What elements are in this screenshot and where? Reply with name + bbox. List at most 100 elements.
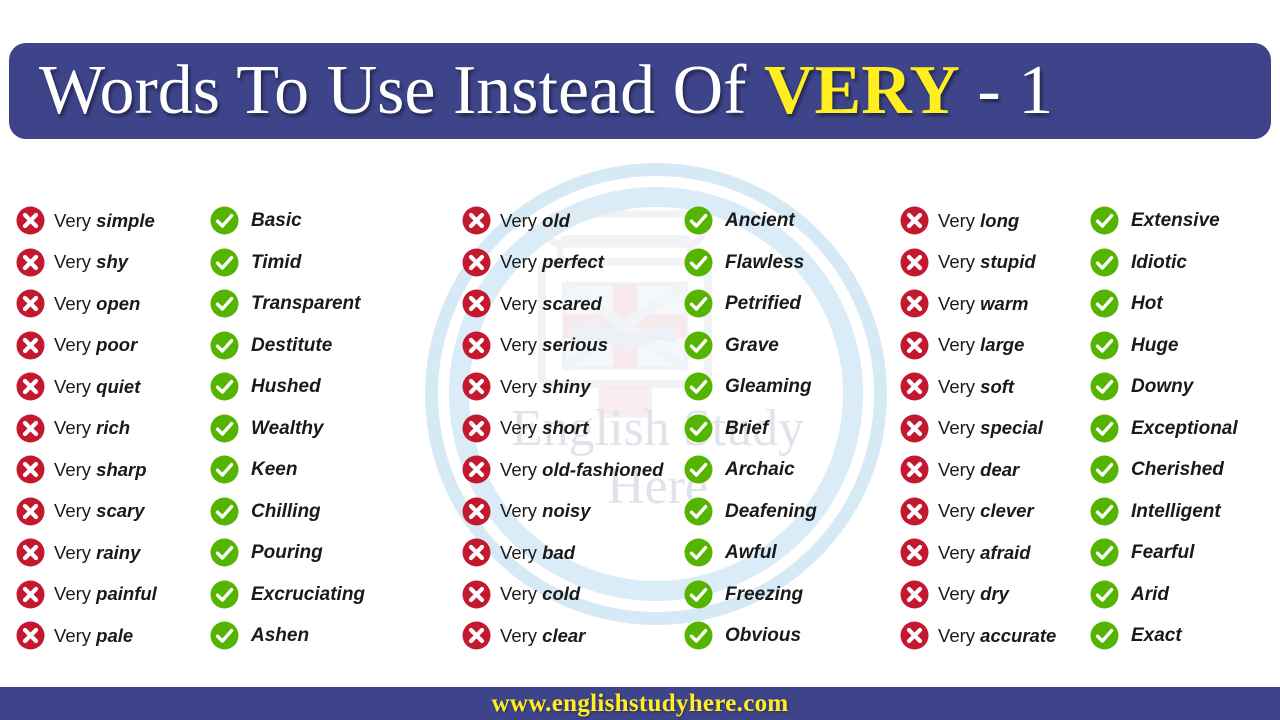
very-phrase-label: Very scared bbox=[500, 292, 602, 314]
replacement-word-row: Exact bbox=[1090, 615, 1280, 657]
replacement-word-label: Hushed bbox=[251, 376, 321, 398]
replacement-word-label: Intelligent bbox=[1131, 500, 1221, 522]
very-phrase-word: perfect bbox=[542, 251, 604, 272]
header-bar: Words To Use Instead Of VERY - 1 bbox=[9, 43, 1271, 139]
check-circle-icon bbox=[1090, 497, 1119, 526]
replacement-word-row: Petrified bbox=[684, 283, 899, 325]
cross-circle-icon bbox=[16, 289, 45, 318]
cross-circle-icon bbox=[16, 372, 45, 401]
very-prefix: Very bbox=[500, 209, 543, 231]
very-phrase-word: simple bbox=[96, 209, 155, 231]
replacement-word-row: Gleaming bbox=[684, 366, 899, 408]
very-phrase-label: Very short bbox=[500, 418, 588, 438]
very-phrase-row: Very pale bbox=[16, 615, 216, 657]
replacement-word-label: Extensive bbox=[1131, 210, 1220, 232]
cross-circle-icon bbox=[900, 580, 929, 609]
check-circle-icon bbox=[684, 455, 713, 484]
very-prefix: Very bbox=[938, 541, 981, 563]
replacement-word-row: Timid bbox=[210, 242, 460, 284]
check-circle-icon bbox=[210, 538, 239, 567]
very-phrase-word: poor bbox=[96, 334, 138, 355]
very-phrase-row: Very clear bbox=[462, 615, 692, 657]
replacement-word-row: Fearful bbox=[1090, 532, 1280, 574]
check-circle-icon bbox=[210, 372, 239, 401]
very-prefix: Very bbox=[500, 292, 543, 314]
very-phrase-label: Very soft bbox=[938, 375, 1014, 397]
replacement-word-label: Exact bbox=[1131, 625, 1182, 647]
very-phrase-word: noisy bbox=[542, 500, 591, 521]
replacement-word-row: Obvious bbox=[684, 615, 899, 657]
replacement-word-label: Gleaming bbox=[725, 376, 812, 398]
very-phrase-row: Very dry bbox=[900, 574, 1095, 616]
very-phrase-row: Very sharp bbox=[16, 449, 216, 491]
cross-circle-icon bbox=[462, 455, 491, 484]
column-6-replacements: Extensive Idiotic Hot Huge Downy Exceptional C… bbox=[1090, 200, 1280, 657]
check-circle-icon bbox=[1090, 331, 1119, 360]
very-phrase-row: Very rainy bbox=[16, 532, 216, 574]
very-prefix: Very bbox=[938, 375, 981, 397]
very-phrase-row: Very large bbox=[900, 325, 1095, 367]
very-phrase-label: Very stupid bbox=[938, 251, 1036, 272]
very-phrase-word: long bbox=[980, 209, 1020, 231]
replacement-word-label: Obvious bbox=[725, 625, 802, 647]
replacement-word-label: Brief bbox=[725, 417, 769, 439]
check-circle-icon bbox=[1090, 206, 1119, 235]
very-phrase-row: Very painful bbox=[16, 574, 216, 616]
replacement-word-label: Destitute bbox=[251, 334, 333, 356]
very-phrase-word: serious bbox=[542, 334, 608, 355]
very-phrase-label: Very noisy bbox=[500, 500, 591, 521]
very-prefix: Very bbox=[54, 375, 97, 397]
very-phrase-row: Very scared bbox=[462, 283, 692, 325]
check-circle-icon bbox=[684, 580, 713, 609]
very-prefix: Very bbox=[54, 624, 97, 646]
cross-circle-icon bbox=[900, 455, 929, 484]
replacement-word-label: Cherished bbox=[1131, 459, 1224, 481]
very-phrase-word: stupid bbox=[980, 251, 1036, 272]
very-phrase-word: old bbox=[542, 209, 570, 231]
check-circle-icon bbox=[684, 372, 713, 401]
very-prefix: Very bbox=[54, 541, 97, 563]
very-phrase-word: special bbox=[980, 417, 1043, 438]
very-phrase-label: Very old-fashioned bbox=[500, 458, 664, 480]
cross-circle-icon bbox=[462, 414, 491, 443]
very-phrase-row: Very old bbox=[462, 200, 692, 242]
infographic-page: Words To Use Instead Of VERY - 1 English… bbox=[0, 0, 1280, 720]
very-prefix: Very bbox=[54, 500, 97, 521]
replacement-word-row: Grave bbox=[684, 325, 899, 367]
very-prefix: Very bbox=[500, 334, 543, 355]
replacement-word-row: Freezing bbox=[684, 574, 899, 616]
check-circle-icon bbox=[210, 621, 239, 650]
very-phrase-word: shiny bbox=[542, 375, 591, 397]
very-phrase-word: scary bbox=[96, 500, 145, 521]
cross-circle-icon bbox=[900, 331, 929, 360]
check-circle-icon bbox=[684, 289, 713, 318]
check-circle-icon bbox=[684, 621, 713, 650]
replacement-word-label: Excruciating bbox=[251, 583, 366, 605]
check-circle-icon bbox=[210, 206, 239, 235]
very-phrase-label: Very poor bbox=[54, 334, 138, 355]
very-phrase-row: Very perfect bbox=[462, 242, 692, 284]
title-accent-very: VERY bbox=[764, 52, 960, 129]
very-phrase-row: Very soft bbox=[900, 366, 1095, 408]
very-prefix: Very bbox=[938, 417, 981, 438]
very-phrase-label: Very rainy bbox=[54, 541, 140, 563]
replacement-word-label: Huge bbox=[1131, 334, 1179, 356]
very-phrase-word: sharp bbox=[96, 458, 147, 480]
cross-circle-icon bbox=[900, 248, 929, 277]
very-phrase-word: old-fashioned bbox=[542, 458, 664, 480]
very-prefix: Very bbox=[54, 583, 97, 604]
cross-circle-icon bbox=[462, 580, 491, 609]
check-circle-icon bbox=[1090, 414, 1119, 443]
very-phrase-row: Very rich bbox=[16, 408, 216, 450]
very-phrase-word: scared bbox=[542, 292, 602, 314]
replacement-word-row: Deafening bbox=[684, 491, 899, 533]
replacement-word-label: Keen bbox=[251, 459, 298, 481]
very-phrase-label: Very clever bbox=[938, 501, 1034, 521]
very-phrase-row: Very noisy bbox=[462, 491, 692, 533]
check-circle-icon bbox=[210, 497, 239, 526]
very-phrase-row: Very shy bbox=[16, 242, 216, 284]
very-phrase-row: Very clever bbox=[900, 491, 1095, 533]
cross-circle-icon bbox=[462, 538, 491, 567]
very-phrase-word: shy bbox=[96, 251, 129, 272]
very-phrase-word: large bbox=[980, 334, 1025, 355]
